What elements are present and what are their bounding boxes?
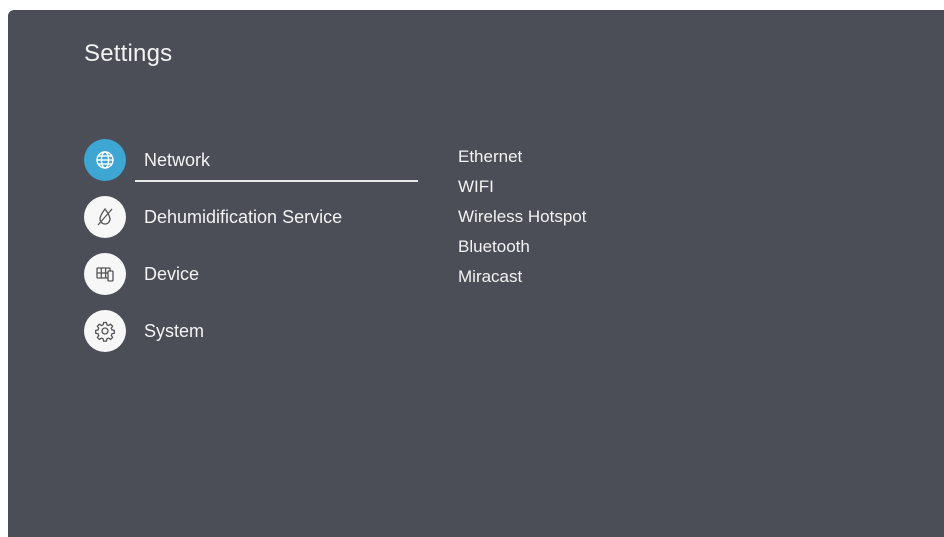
settings-screen: Settings Network Dehumidification Servic… — [8, 10, 944, 537]
menu-item-system[interactable]: System — [84, 310, 418, 367]
submenu-item-bluetooth[interactable]: Bluetooth — [458, 236, 586, 266]
menu-item-label: Network — [144, 150, 211, 170]
globe-icon — [84, 139, 126, 181]
submenu-item-miracast[interactable]: Miracast — [458, 266, 586, 296]
dehumidify-icon — [84, 196, 126, 238]
menu-item-label: System — [144, 321, 205, 341]
submenu-item-wifi[interactable]: WIFI — [458, 176, 586, 206]
submenu-item-wireless-hotspot[interactable]: Wireless Hotspot — [458, 206, 586, 236]
submenu-item-ethernet[interactable]: Ethernet — [458, 146, 586, 176]
settings-menu: Network Dehumidification Service Device … — [84, 139, 418, 367]
page-title: Settings — [84, 40, 173, 67]
menu-item-label: Dehumidification Service — [144, 207, 343, 227]
menu-item-network[interactable]: Network — [84, 139, 418, 196]
network-submenu: Ethernet WIFI Wireless Hotspot Bluetooth… — [458, 146, 586, 296]
menu-item-dehumidification-service[interactable]: Dehumidification Service — [84, 196, 418, 253]
selection-underline — [135, 180, 418, 182]
gear-icon — [84, 310, 126, 352]
menu-item-label: Device — [144, 264, 200, 284]
menu-item-device[interactable]: Device — [84, 253, 418, 310]
device-icon — [84, 253, 126, 295]
